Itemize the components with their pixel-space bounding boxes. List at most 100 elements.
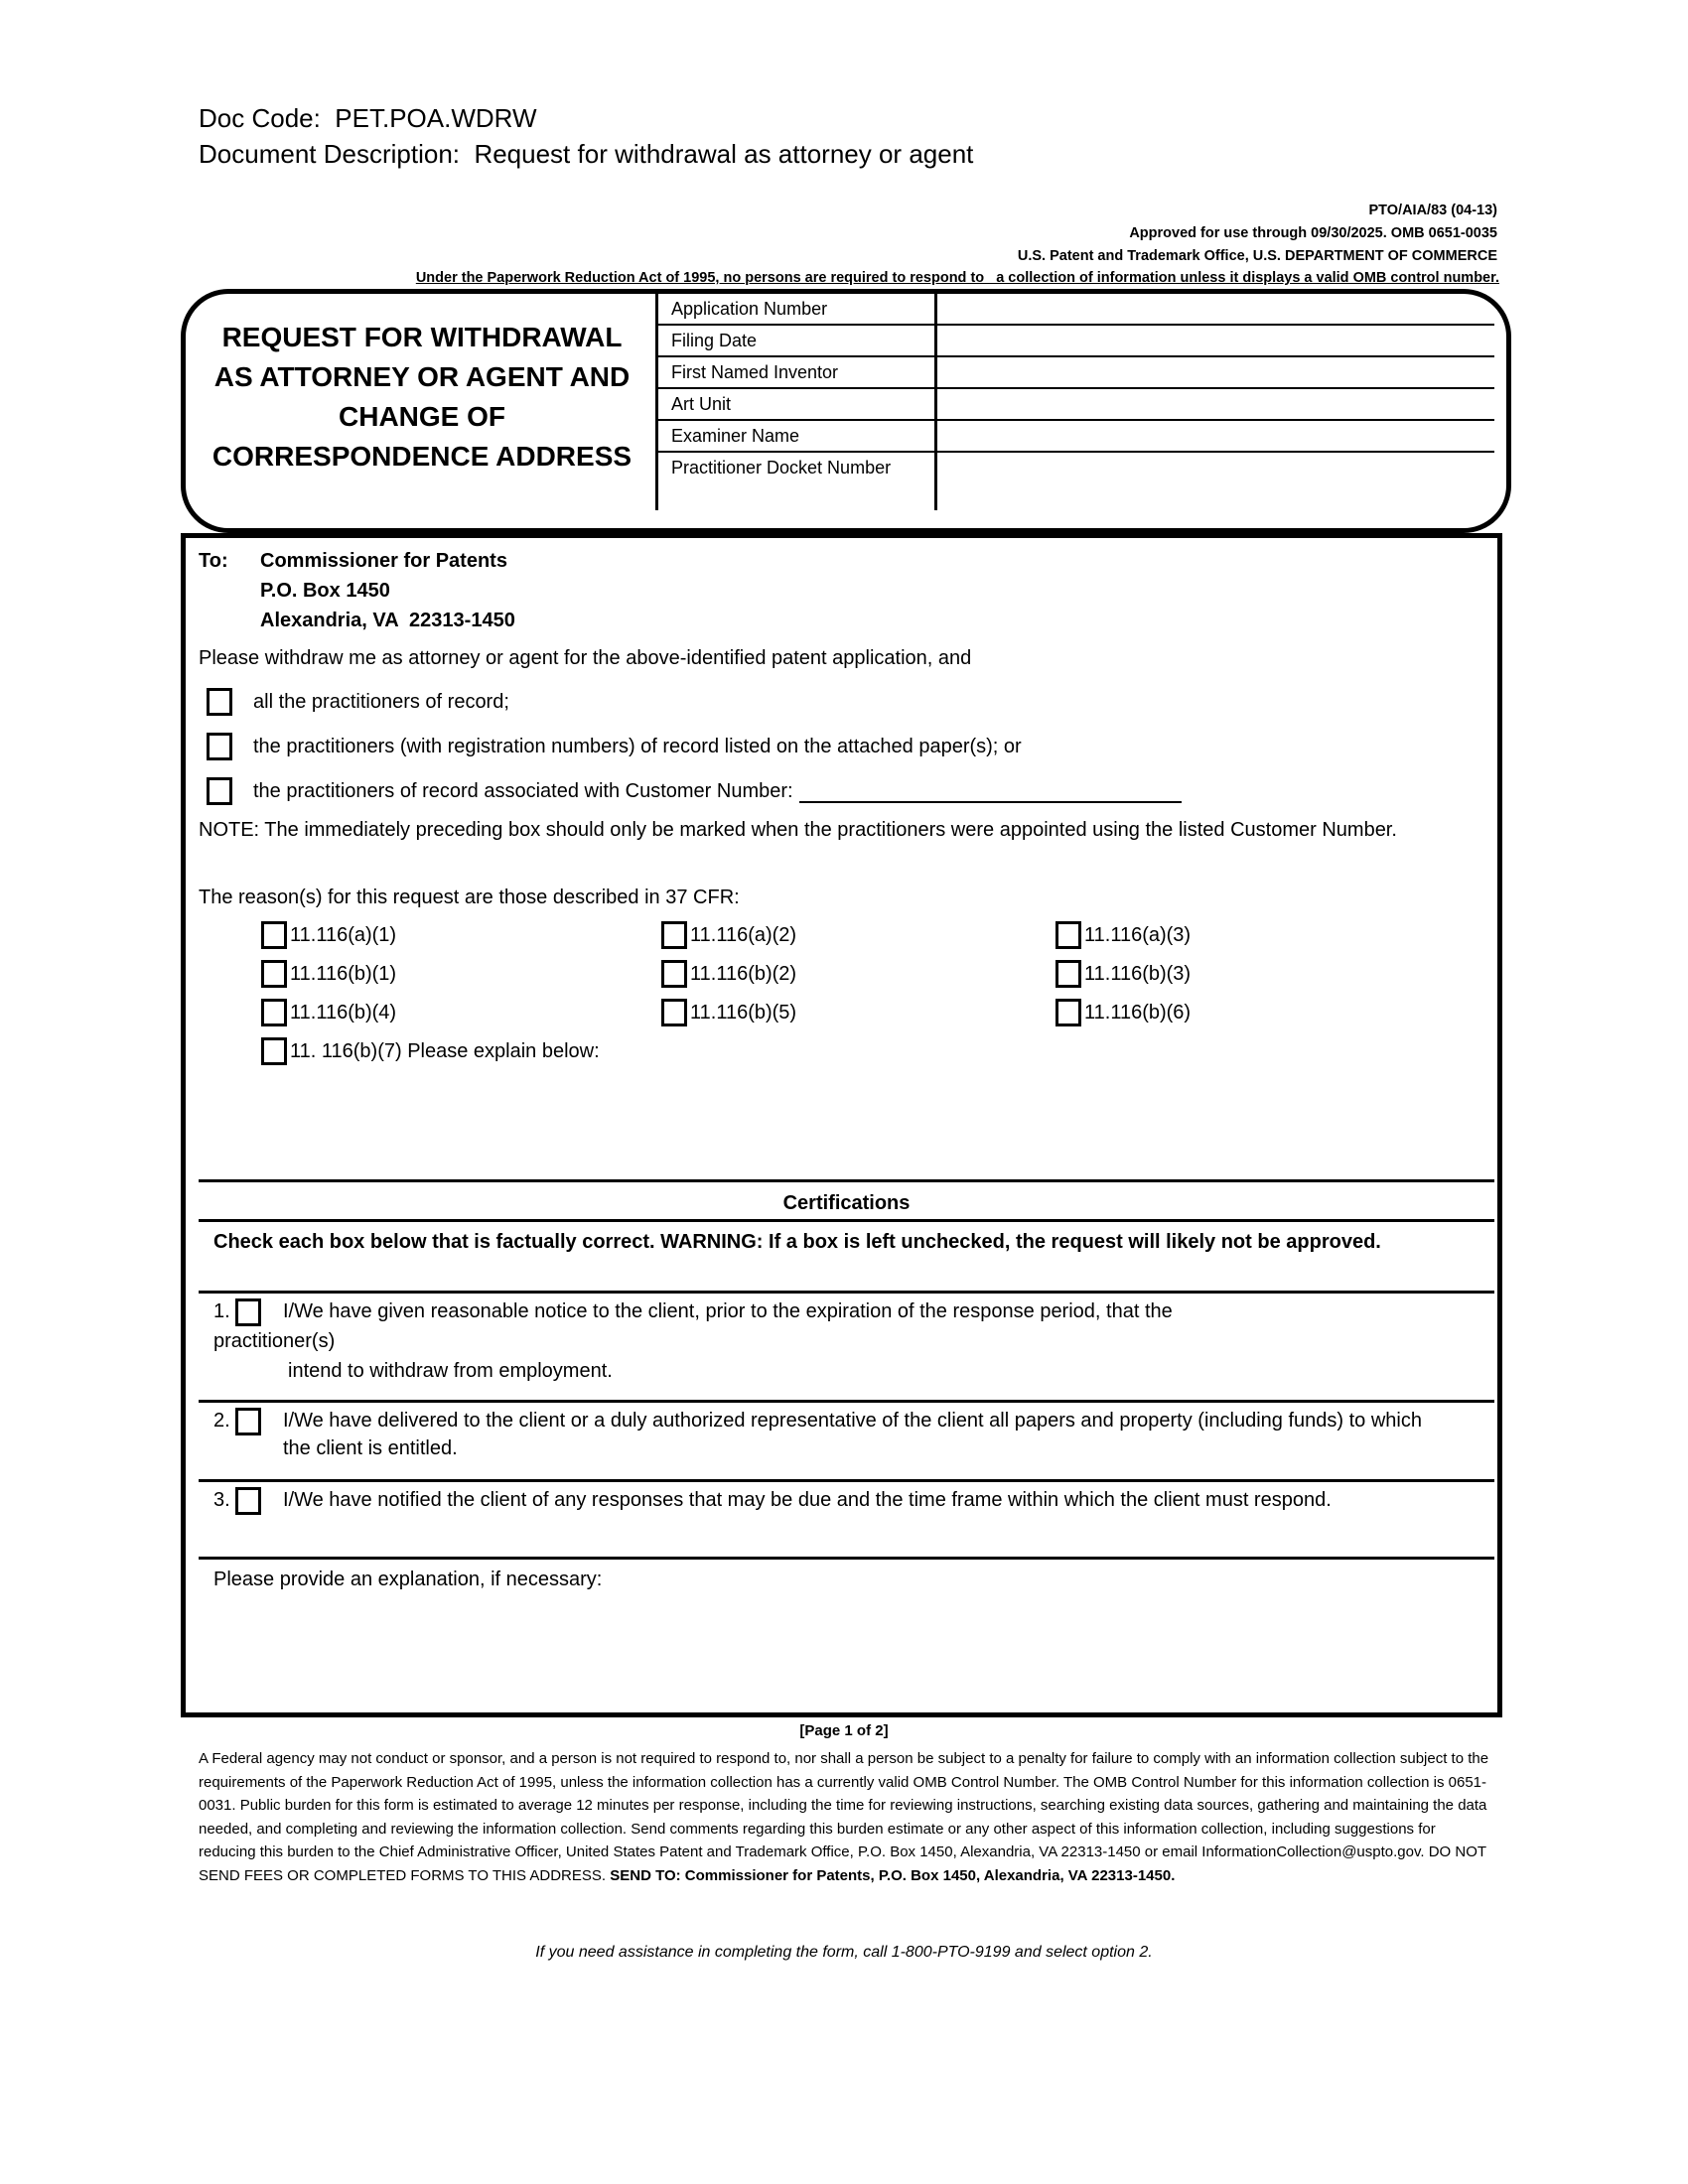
recipient-line: P.O. Box 1450 bbox=[260, 580, 390, 602]
form-title-line: REQUEST FOR WITHDRAWAL bbox=[221, 322, 623, 352]
reason-explanation-field[interactable] bbox=[261, 1072, 1492, 1171]
reason-label: 11.116(b)(6) bbox=[1084, 1002, 1192, 1024]
art-unit-row: Art Unit bbox=[655, 388, 1494, 421]
form-title-line: CORRESPONDENCE ADDRESS bbox=[211, 441, 633, 472]
certification-number: 2. bbox=[213, 1410, 230, 1432]
certification-text: I/We have delivered to the client or a d… bbox=[283, 1410, 1422, 1459]
reason-item: 11.116(b)(5) bbox=[661, 999, 796, 1026]
reason-checkbox[interactable] bbox=[261, 921, 287, 949]
reason-label: 11.116(a)(1) bbox=[290, 924, 397, 946]
examiner-name-row: Examiner Name bbox=[655, 420, 1494, 453]
reason-label: 11.116(a)(2) bbox=[690, 924, 797, 946]
divider bbox=[199, 1479, 1494, 1482]
customer-number-note: NOTE: The immediately preceding box shou… bbox=[199, 819, 1397, 841]
reason-label: 11.116(b)(3) bbox=[1084, 963, 1192, 985]
reason-label: 11.116(b)(1) bbox=[290, 963, 397, 985]
withdraw-customer-number-label: the practitioners of record associated w… bbox=[253, 780, 793, 802]
filing-date-field[interactable] bbox=[935, 325, 1494, 357]
reason-item: 11.116(b)(1) bbox=[261, 960, 396, 988]
application-number-field[interactable] bbox=[935, 294, 1494, 326]
reason-checkbox[interactable] bbox=[261, 960, 287, 988]
docket-number-label: Practitioner Docket Number bbox=[655, 452, 937, 510]
certification-number: 3. bbox=[213, 1489, 230, 1511]
reasons-intro: The reason(s) for this request are those… bbox=[199, 887, 740, 908]
doc-description: Document Description: Request for withdr… bbox=[199, 139, 974, 169]
examiner-name-label: Examiner Name bbox=[655, 420, 937, 453]
divider bbox=[199, 1219, 1494, 1222]
certification-text-continued: intend to withdraw from employment. bbox=[288, 1360, 613, 1382]
first-named-inventor-field[interactable] bbox=[935, 356, 1494, 389]
explanation-label: Please provide an explanation, if necess… bbox=[213, 1569, 603, 1590]
certification-text: I/We have notified the client of any res… bbox=[283, 1489, 1332, 1511]
withdraw-customer-number-checkbox[interactable] bbox=[207, 777, 232, 805]
assistance-note: If you need assistance in completing the… bbox=[535, 1944, 1153, 1961]
divider bbox=[199, 1557, 1494, 1560]
withdraw-option-listed: the practitioners (with registration num… bbox=[207, 733, 1022, 760]
recipient-line: Commissioner for Patents bbox=[260, 550, 507, 572]
reason-item: 11.116(a)(1) bbox=[261, 921, 396, 949]
withdraw-all-label: all the practitioners of record; bbox=[253, 691, 509, 713]
burden-statement: A Federal agency may not conduct or spon… bbox=[199, 1747, 1489, 1887]
reason-label: 11.116(b)(2) bbox=[690, 963, 797, 985]
form-title-line: AS ATTORNEY OR AGENT AND bbox=[213, 361, 631, 392]
art-unit-field[interactable] bbox=[935, 388, 1494, 421]
certification-checkbox[interactable] bbox=[235, 1487, 261, 1515]
form-id: PTO/AIA/83 (04-13) bbox=[1368, 203, 1497, 218]
reason-checkbox[interactable] bbox=[1055, 921, 1081, 949]
reason-item: 11.116(b)(2) bbox=[661, 960, 796, 988]
to-label: To: bbox=[199, 550, 228, 572]
page-number: [Page 1 of 2] bbox=[799, 1722, 889, 1739]
certification-item-2: 2. I/We have delivered to the client or … bbox=[213, 1407, 1465, 1462]
withdraw-listed-label: the practitioners (with registration num… bbox=[253, 736, 1022, 757]
reason-label: 11.116(b)(5) bbox=[690, 1002, 797, 1024]
divider bbox=[199, 1400, 1494, 1403]
approval-notice: Approved for use through 09/30/2025. OMB… bbox=[1129, 225, 1497, 241]
reason-item: 11.116(a)(3) bbox=[1055, 921, 1191, 949]
reason-checkbox[interactable] bbox=[261, 999, 287, 1026]
certification-text-wrap: practitioner(s) bbox=[213, 1330, 336, 1352]
reason-item: 11.116(b)(4) bbox=[261, 999, 396, 1026]
certification-text: I/We have given reasonable notice to the… bbox=[283, 1300, 1173, 1322]
withdraw-intro: Please withdraw me as attorney or agent … bbox=[199, 647, 972, 669]
reason-label: 11.116(b)(4) bbox=[290, 1002, 397, 1024]
form-title-line: CHANGE OF bbox=[339, 401, 505, 432]
application-number-row: Application Number bbox=[655, 294, 1494, 326]
explanation-field[interactable] bbox=[213, 1598, 1484, 1703]
certification-item-3: 3. I/We have notified the client of any … bbox=[213, 1486, 1465, 1515]
application-number-label: Application Number bbox=[655, 294, 937, 326]
reason-other-checkbox[interactable] bbox=[261, 1037, 287, 1065]
form-title: REQUEST FOR WITHDRAWAL AS ATTORNEY OR AG… bbox=[204, 318, 640, 477]
send-to-address: SEND TO: Commissioner for Patents, P.O. … bbox=[606, 1866, 1176, 1884]
reason-checkbox[interactable] bbox=[1055, 960, 1081, 988]
reason-item: 11.116(b)(3) bbox=[1055, 960, 1191, 988]
reason-item: 11.116(b)(6) bbox=[1055, 999, 1191, 1026]
art-unit-label: Art Unit bbox=[655, 388, 937, 421]
certification-number: 1. bbox=[213, 1300, 230, 1322]
reason-item-other: 11. 116(b)(7) Please explain below: bbox=[261, 1037, 600, 1065]
withdraw-option-all: all the practitioners of record; bbox=[207, 688, 509, 716]
certification-checkbox[interactable] bbox=[235, 1408, 261, 1435]
reason-label: 11.116(a)(3) bbox=[1084, 924, 1192, 946]
first-named-inventor-row: First Named Inventor bbox=[655, 356, 1494, 389]
customer-number-field[interactable] bbox=[798, 779, 1182, 803]
docket-number-field[interactable] bbox=[936, 452, 1495, 510]
filing-date-row: Filing Date bbox=[655, 325, 1494, 357]
reason-checkbox[interactable] bbox=[661, 999, 687, 1026]
withdraw-all-checkbox[interactable] bbox=[207, 688, 232, 716]
reason-checkbox[interactable] bbox=[661, 960, 687, 988]
examiner-name-field[interactable] bbox=[935, 420, 1494, 453]
application-info-table: Application Number Filing Date First Nam… bbox=[655, 294, 1494, 510]
first-named-inventor-label: First Named Inventor bbox=[655, 356, 937, 389]
withdraw-option-customer-number: the practitioners of record associated w… bbox=[207, 777, 1182, 805]
doc-code: Doc Code: PET.POA.WDRW bbox=[199, 103, 537, 133]
certifications-title: Certifications bbox=[782, 1192, 911, 1214]
certifications-warning: Check each box below that is factually c… bbox=[213, 1231, 1381, 1253]
certification-checkbox[interactable] bbox=[235, 1298, 261, 1326]
reason-checkbox[interactable] bbox=[1055, 999, 1081, 1026]
reason-other-label: 11. 116(b)(7) Please explain below: bbox=[290, 1040, 600, 1062]
department-name: U.S. Patent and Trademark Office, U.S. D… bbox=[1017, 248, 1497, 264]
docket-number-row: Practitioner Docket Number bbox=[655, 452, 1495, 510]
withdraw-listed-checkbox[interactable] bbox=[207, 733, 232, 760]
reason-checkbox[interactable] bbox=[661, 921, 687, 949]
divider bbox=[199, 1291, 1494, 1294]
